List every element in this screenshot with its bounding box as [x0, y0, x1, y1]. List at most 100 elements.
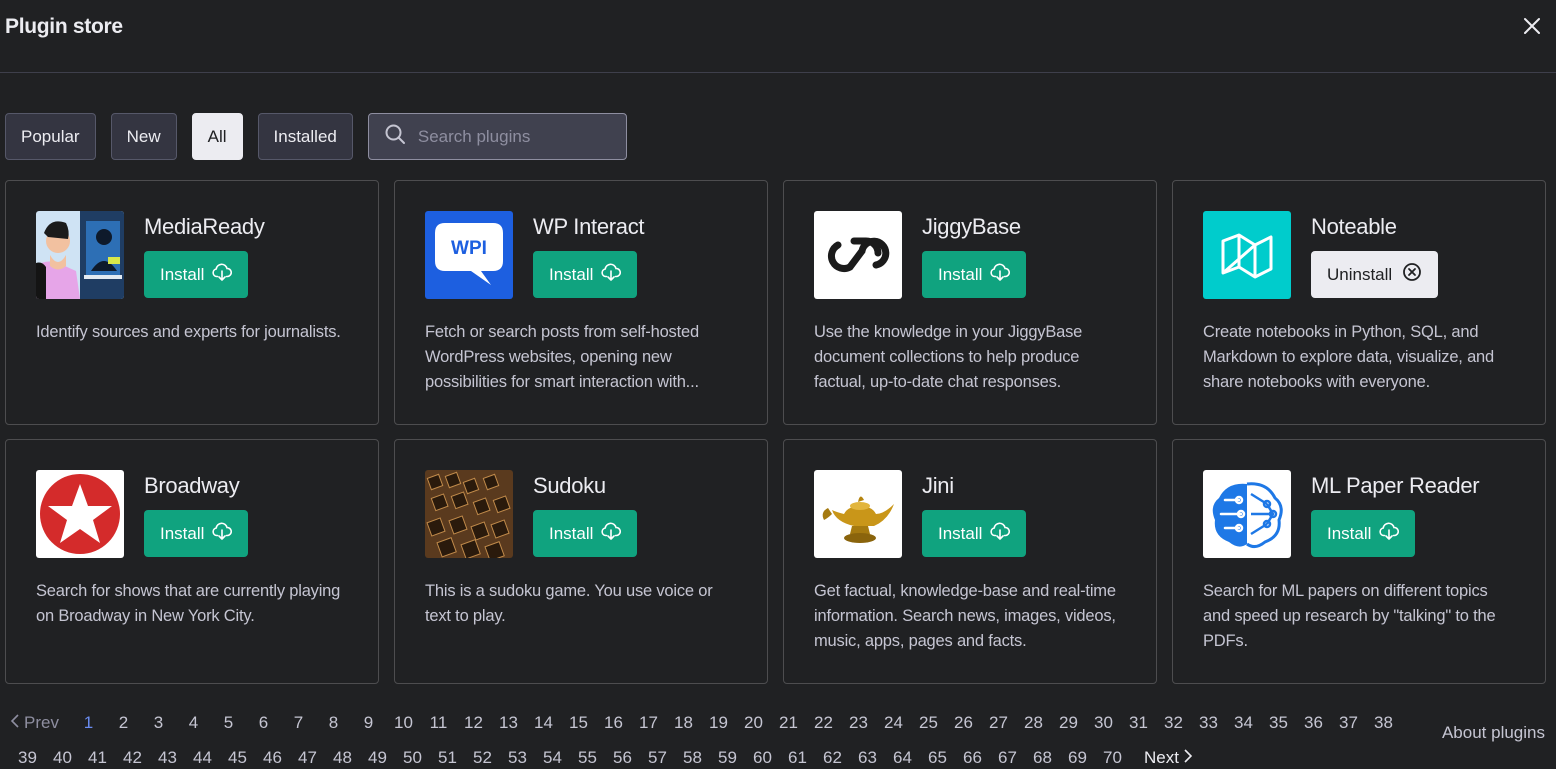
page-number[interactable]: 46 — [255, 748, 290, 768]
page-number[interactable]: 19 — [701, 713, 736, 733]
logo-text: WPI — [451, 238, 487, 259]
page-number[interactable]: 61 — [780, 748, 815, 768]
page-number[interactable]: 42 — [115, 748, 150, 768]
about-plugins-link[interactable]: About plugins — [1442, 723, 1545, 743]
page-number[interactable]: 40 — [45, 748, 80, 768]
page-number[interactable]: 41 — [80, 748, 115, 768]
page-number[interactable]: 68 — [1025, 748, 1060, 768]
page-number[interactable]: 33 — [1191, 713, 1226, 733]
page-number[interactable]: 13 — [491, 713, 526, 733]
page-number[interactable]: 52 — [465, 748, 500, 768]
page-number[interactable]: 38 — [1366, 713, 1401, 733]
install-button[interactable]: Install — [533, 510, 638, 557]
page-number[interactable]: 58 — [675, 748, 710, 768]
sudoku-logo — [425, 470, 513, 558]
page-number[interactable]: 56 — [605, 748, 640, 768]
page-number[interactable]: 20 — [736, 713, 771, 733]
page-number[interactable]: 4 — [176, 713, 211, 733]
plugin-description: Identify sources and experts for journal… — [36, 323, 341, 341]
page-number[interactable]: 67 — [990, 748, 1025, 768]
page-number[interactable]: 59 — [710, 748, 745, 768]
plugin-name: Sudoku — [533, 473, 606, 498]
search-input[interactable] — [417, 126, 618, 147]
page-number[interactable]: 39 — [10, 748, 45, 768]
page-number[interactable]: 6 — [246, 713, 281, 733]
page-number[interactable]: 53 — [500, 748, 535, 768]
page-number[interactable]: 30 — [1086, 713, 1121, 733]
wp-interact-logo: WPI — [425, 211, 513, 299]
page-number[interactable]: 69 — [1060, 748, 1095, 768]
page-number[interactable]: 1 — [71, 713, 106, 733]
page-number[interactable]: 37 — [1331, 713, 1366, 733]
page-number[interactable]: 14 — [526, 713, 561, 733]
page-number[interactable]: 60 — [745, 748, 780, 768]
page-number[interactable]: 62 — [815, 748, 850, 768]
page-number[interactable]: 29 — [1051, 713, 1086, 733]
page-number[interactable]: 10 — [386, 713, 421, 733]
plugin-card-mediaready: MediaReady Install Identify sources and … — [5, 180, 379, 425]
page-number[interactable]: 18 — [666, 713, 701, 733]
page-number[interactable]: 25 — [911, 713, 946, 733]
page-number[interactable]: 55 — [570, 748, 605, 768]
install-button[interactable]: Install — [1311, 510, 1416, 557]
page-number[interactable]: 63 — [850, 748, 885, 768]
prev-button[interactable]: Prev — [10, 713, 59, 733]
page-number[interactable]: 27 — [981, 713, 1016, 733]
page-number[interactable]: 48 — [325, 748, 360, 768]
jini-logo — [814, 470, 902, 558]
page-number[interactable]: 28 — [1016, 713, 1051, 733]
cloud-download-icon — [990, 263, 1011, 286]
close-icon[interactable] — [1520, 14, 1544, 38]
filter-all[interactable]: All — [191, 113, 243, 160]
page-number[interactable]: 49 — [360, 748, 395, 768]
page-number[interactable]: 5 — [211, 713, 246, 733]
page-number[interactable]: 64 — [885, 748, 920, 768]
page-number[interactable]: 45 — [220, 748, 255, 768]
filter-new[interactable]: New — [110, 113, 177, 160]
page-number[interactable]: 9 — [351, 713, 386, 733]
next-button[interactable]: Next — [1144, 748, 1193, 768]
install-button[interactable]: Install — [144, 510, 249, 557]
page-number[interactable]: 50 — [395, 748, 430, 768]
page-number[interactable]: 57 — [640, 748, 675, 768]
page-number[interactable]: 17 — [631, 713, 666, 733]
page-number[interactable]: 54 — [535, 748, 570, 768]
page-number[interactable]: 66 — [955, 748, 990, 768]
page-number[interactable]: 15 — [561, 713, 596, 733]
install-button[interactable]: Install — [144, 251, 249, 298]
page-number[interactable]: 32 — [1156, 713, 1191, 733]
plugin-description: Fetch or search posts from self-hosted W… — [425, 323, 699, 391]
page-number[interactable]: 8 — [316, 713, 351, 733]
page-number[interactable]: 31 — [1121, 713, 1156, 733]
install-button[interactable]: Install — [922, 510, 1027, 557]
filter-installed[interactable]: Installed — [257, 113, 353, 160]
page-number[interactable]: 35 — [1261, 713, 1296, 733]
page-number[interactable]: 51 — [430, 748, 465, 768]
page-number[interactable]: 24 — [876, 713, 911, 733]
page-number[interactable]: 65 — [920, 748, 955, 768]
cloud-download-icon — [212, 263, 233, 286]
chevron-left-icon — [10, 713, 20, 733]
page-number[interactable]: 26 — [946, 713, 981, 733]
page-number[interactable]: 21 — [771, 713, 806, 733]
page-number[interactable]: 7 — [281, 713, 316, 733]
page-number[interactable]: 44 — [185, 748, 220, 768]
page-number[interactable]: 12 — [456, 713, 491, 733]
page-number[interactable]: 43 — [150, 748, 185, 768]
page-number[interactable]: 2 — [106, 713, 141, 733]
page-number[interactable]: 22 — [806, 713, 841, 733]
install-button[interactable]: Install — [922, 251, 1027, 298]
filter-popular[interactable]: Popular — [5, 113, 96, 160]
plugin-description: Search for shows that are currently play… — [36, 582, 341, 625]
page-number[interactable]: 36 — [1296, 713, 1331, 733]
install-button[interactable]: Install — [533, 251, 638, 298]
page-number[interactable]: 11 — [421, 713, 456, 733]
uninstall-button[interactable]: Uninstall — [1311, 251, 1439, 298]
page-number[interactable]: 3 — [141, 713, 176, 733]
page-number[interactable]: 47 — [290, 748, 325, 768]
install-label: Install — [938, 523, 983, 543]
page-number[interactable]: 16 — [596, 713, 631, 733]
page-number[interactable]: 34 — [1226, 713, 1261, 733]
page-number[interactable]: 23 — [841, 713, 876, 733]
page-number[interactable]: 70 — [1095, 748, 1130, 768]
